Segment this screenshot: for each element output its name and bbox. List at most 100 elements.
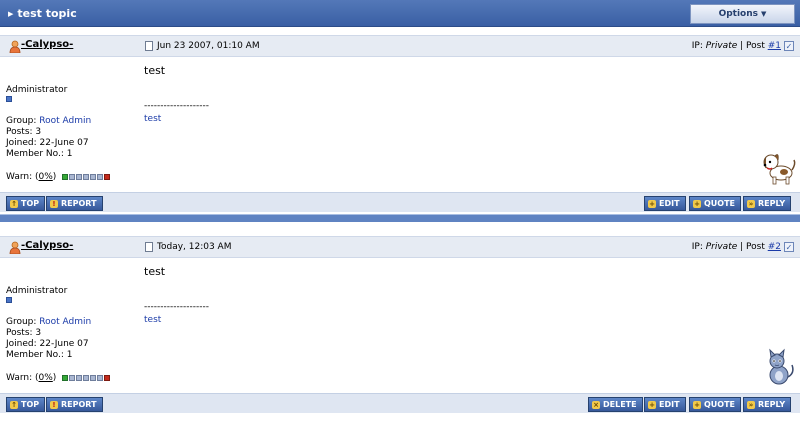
top-button[interactable]: ↑ TOP <box>6 196 46 211</box>
dog-icon <box>763 154 796 185</box>
post-body: Administrator Group: Root Admin Posts: 3… <box>0 259 800 393</box>
user-role: Administrator <box>6 286 68 296</box>
user-role: Administrator <box>6 85 68 95</box>
report-button[interactable]: ! REPORT <box>46 196 103 211</box>
edit-button[interactable]: + EDIT <box>644 196 686 211</box>
topic-header: ▶ test topic Options ▼ <box>0 0 800 27</box>
document-icon <box>145 242 153 252</box>
warn-level: Warn: (0%) <box>6 172 111 183</box>
member-number: Member No.: 1 <box>6 149 73 159</box>
checkbox-icon[interactable]: ✓ <box>784 242 794 252</box>
report-label: REPORT <box>61 199 97 208</box>
username-link[interactable]: -Calypso- <box>21 39 73 50</box>
ip-value: Private <box>705 41 738 51</box>
close-icon: × <box>592 401 600 409</box>
exclamation-icon: ! <box>50 200 58 208</box>
reply-button[interactable]: » REPLY <box>743 196 792 211</box>
warn-label: Warn: ( <box>6 373 39 383</box>
topic-title-wrap: ▶ test topic <box>8 7 77 20</box>
warn-close: ) <box>52 172 57 182</box>
signature-text: test <box>144 315 162 325</box>
warn-label: Warn: ( <box>6 172 39 182</box>
plus-icon: + <box>693 401 701 409</box>
exclamation-icon: ! <box>50 401 58 409</box>
post-footer: ↑ TOP ! REPORT + EDIT + QUOTE » REPLY <box>0 192 800 212</box>
top-label: TOP <box>21 400 40 409</box>
signature-text: test <box>144 114 162 124</box>
group-link[interactable]: Root Admin <box>39 317 91 327</box>
quote-button[interactable]: + QUOTE <box>689 196 742 211</box>
user-icon <box>9 40 21 53</box>
post-2: -Calypso- Today, 12:03 AM IP: Private | … <box>0 228 800 423</box>
user-stats: Group: Root Admin Posts: 3 Joined: 22-Ju… <box>6 116 91 160</box>
signature-separator: -------------------- <box>144 302 209 312</box>
quote-label: QUOTE <box>704 199 736 208</box>
signature-separator: -------------------- <box>144 101 209 111</box>
post-sep: | Post <box>737 242 768 252</box>
joined-date: Joined: 22-June 07 <box>6 339 89 349</box>
plus-icon: + <box>648 401 656 409</box>
member-number: Member No.: 1 <box>6 350 73 360</box>
post-ip-info: IP: Private | Post #1 <box>692 41 781 51</box>
signature: -------------------- test <box>144 100 209 126</box>
checkbox-icon[interactable]: ✓ <box>784 41 794 51</box>
role-square-icon <box>6 297 12 303</box>
post-separator <box>0 214 800 222</box>
post-header: -Calypso- Jun 23 2007, 01:10 AM IP: Priv… <box>0 35 800 57</box>
post-header: -Calypso- Today, 12:03 AM IP: Private | … <box>0 236 800 258</box>
post-number-link[interactable]: #2 <box>768 242 781 252</box>
group-label: Group: <box>6 317 40 327</box>
edit-button[interactable]: + EDIT <box>644 397 686 412</box>
chevron-down-icon: ▼ <box>761 10 767 18</box>
role-square-icon <box>6 96 12 102</box>
post-number-link[interactable]: #1 <box>768 41 781 51</box>
reply-icon: » <box>747 200 755 208</box>
post-ip-info: IP: Private | Post #2 <box>692 242 781 252</box>
reply-button[interactable]: » REPLY <box>743 397 792 412</box>
quote-label: QUOTE <box>704 400 736 409</box>
topic-title: test topic <box>17 7 77 20</box>
document-icon <box>145 41 153 51</box>
edit-label: EDIT <box>659 199 680 208</box>
user-stats: Group: Root Admin Posts: 3 Joined: 22-Ju… <box>6 317 91 361</box>
post-sep: | Post <box>737 41 768 51</box>
warn-percent[interactable]: 0% <box>39 172 53 182</box>
plus-icon: + <box>693 200 701 208</box>
post-date: Today, 12:03 AM <box>157 242 232 252</box>
delete-button[interactable]: × DELETE <box>588 397 643 412</box>
post-1: -Calypso- Jun 23 2007, 01:10 AM IP: Priv… <box>0 27 800 222</box>
edit-label: EDIT <box>659 400 680 409</box>
arrow-up-icon: ↑ <box>10 401 18 409</box>
warn-percent[interactable]: 0% <box>39 373 53 383</box>
report-button[interactable]: ! REPORT <box>46 397 103 412</box>
post-message: test <box>144 265 166 278</box>
delete-label: DELETE <box>603 400 637 409</box>
username-link[interactable]: -Calypso- <box>21 240 73 251</box>
right-triangle-icon: ▶ <box>8 10 14 18</box>
options-label: Options <box>718 9 759 19</box>
joined-date: Joined: 22-June 07 <box>6 138 89 148</box>
warn-level: Warn: (0%) <box>6 373 111 384</box>
options-button[interactable]: Options ▼ <box>690 4 795 24</box>
plus-icon: + <box>648 200 656 208</box>
ip-label: IP: <box>691 242 706 252</box>
cat-icon <box>769 348 794 385</box>
quote-button[interactable]: + QUOTE <box>689 397 742 412</box>
group-link[interactable]: Root Admin <box>39 116 91 126</box>
post-date: Jun 23 2007, 01:10 AM <box>157 41 260 51</box>
group-line: Group: Root Admin <box>6 317 91 328</box>
ip-value: Private <box>705 242 738 252</box>
warn-bar <box>62 374 111 384</box>
reply-label: REPLY <box>758 400 786 409</box>
top-button[interactable]: ↑ TOP <box>6 397 46 412</box>
post-footer: ↑ TOP ! REPORT × DELETE + EDIT + QUOTE » REPLY <box>0 393 800 413</box>
posts-count: Posts: 3 <box>6 328 42 338</box>
ip-label: IP: <box>691 41 706 51</box>
reply-label: REPLY <box>758 199 786 208</box>
report-label: REPORT <box>61 400 97 409</box>
signature: -------------------- test <box>144 301 209 327</box>
reply-icon: » <box>747 401 755 409</box>
group-line: Group: Root Admin <box>6 116 91 127</box>
warn-close: ) <box>52 373 57 383</box>
top-label: TOP <box>21 199 40 208</box>
